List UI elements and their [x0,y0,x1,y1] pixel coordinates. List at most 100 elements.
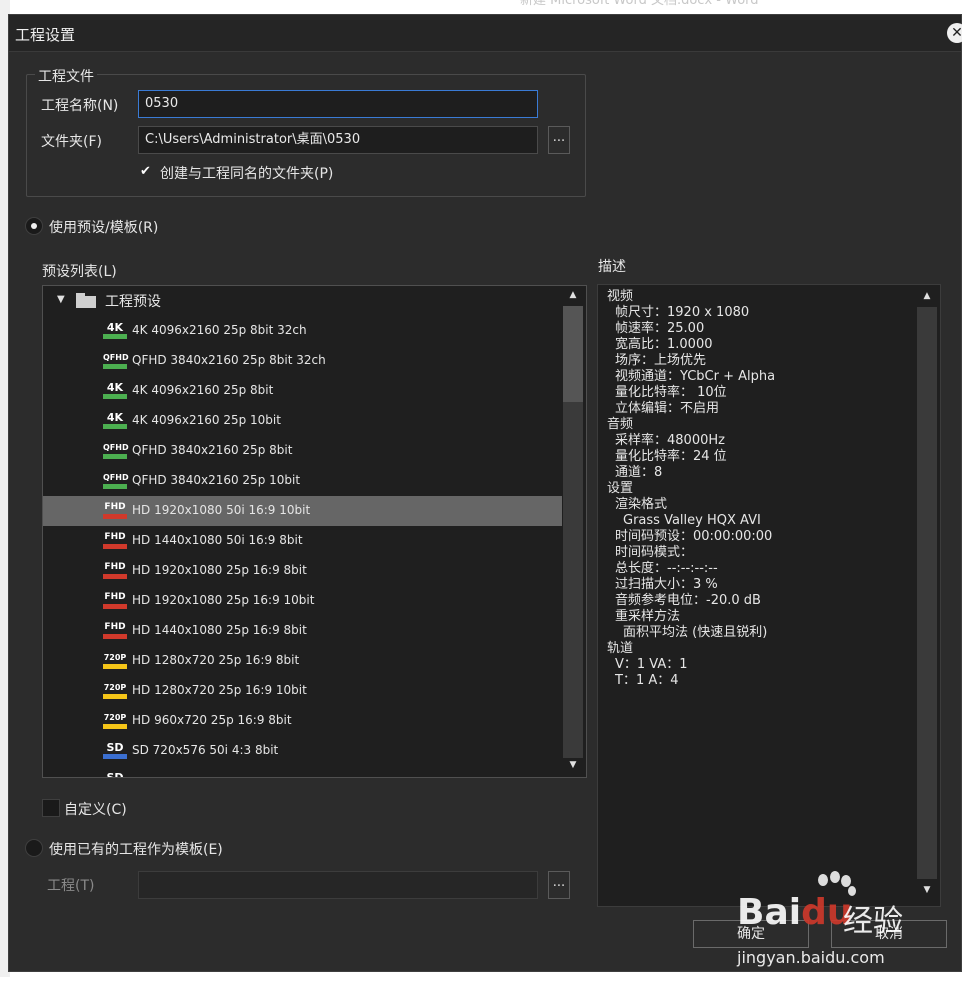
use-preset-label: 使用预设/模板(R) [49,220,159,236]
preset-format-icon: QFHD [103,442,129,459]
preset-format-badge-text: FHD [104,532,126,542]
preset-item-label: HD 1920x1080 25p 16:9 8bit [132,563,307,577]
preset-format-icon: 4K [103,322,127,339]
create-folder-checkbox[interactable]: ✔ [140,164,151,179]
description-line: 视频通道：YCbCr + Alpha [615,369,776,384]
preset-format-icon: 720P [103,682,127,699]
description-line: 宽高比：1.0000 [615,337,713,352]
scroll-up-icon[interactable]: ▲ [916,291,938,301]
custom-checkbox[interactable] [42,799,60,817]
preset-format-icon: QFHD [103,472,129,489]
preset-list[interactable]: ▼ 工程预设 4K 4K 4096x2160 25p 8bit 32ch QFHD Q… [42,285,587,778]
project-name-input[interactable]: 0530 [138,90,538,118]
preset-item[interactable]: SD SD 720x576 50i 4:3 8bit [43,736,562,766]
preset-item[interactable]: QFHD QFHD 3840x2160 25p 8bit [43,436,562,466]
preset-format-badge-text: 720P [103,683,127,692]
preset-format-badge-text: QFHD [103,473,129,482]
preset-item-label: QFHD 3840x2160 25p 8bit [132,443,293,457]
preset-format-icon: QFHD [103,352,129,369]
description-line: 帧尺寸：1920 x 1080 [615,305,750,320]
preset-item[interactable]: QFHD QFHD 3840x2160 25p 10bit [43,466,562,496]
description-line: 场序：上场优先 [615,353,707,368]
preset-format-badge-text: FHD [104,562,126,572]
description-line: 采样率：48000Hz [615,433,725,448]
description-line: 时间码模式： [615,545,694,560]
background-window-title: 新建 Microsoft Word 文档.docx - Word [520,0,759,8]
existing-project-browse-button[interactable]: ... [548,871,570,899]
scrollbar-thumb[interactable] [563,306,583,402]
preset-item[interactable]: 720P HD 1280x720 25p 16:9 8bit [43,646,562,676]
preset-format-badge-text: FHD [104,502,126,512]
preset-folder-label: 工程预设 [105,294,161,310]
description-line: 音频 [607,417,634,432]
preset-item[interactable]: 4K 4K 4096x2160 25p 10bit [43,406,562,436]
preset-item[interactable]: SD [43,766,562,777]
preset-item-label: QFHD 3840x2160 25p 8bit 32ch [132,353,326,367]
preset-format-icon: FHD [103,502,127,519]
project-settings-dialog: 工程设置 ✕ 工程文件 工程名称(N) 0530 文件夹(F) C:\Users… [8,14,962,972]
preset-item[interactable]: 4K 4K 4096x2160 25p 8bit 32ch [43,316,562,346]
preset-format-badge-text: SD [106,741,124,754]
description-scrollbar[interactable]: ▲ ▼ [916,285,938,906]
preset-format-badge-text: QFHD [103,353,129,362]
preset-item[interactable]: FHD HD 1440x1080 25p 16:9 8bit [43,616,562,646]
preset-item[interactable]: QFHD QFHD 3840x2160 25p 8bit 32ch [43,346,562,376]
preset-folder-row[interactable]: ▼ 工程预设 [43,288,562,314]
preset-format-icon: FHD [103,532,127,549]
folder-path-input[interactable]: C:\Users\Administrator\桌面\0530 [138,126,538,154]
create-folder-label: 创建与工程同名的文件夹(P) [160,166,334,182]
description-line: 时间码预设：00:00:00:00 [615,529,773,544]
description-line: 量化比特率： 10位 [615,385,727,400]
use-existing-radio[interactable] [25,839,43,857]
preset-item[interactable]: 720P HD 1280x720 25p 16:9 10bit [43,676,562,706]
preset-format-icon: 720P [103,712,127,729]
preset-item[interactable]: FHD HD 1920x1080 25p 16:9 8bit [43,556,562,586]
preset-format-icon: FHD [103,622,127,639]
scroll-down-icon[interactable]: ▼ [562,760,584,770]
preset-format-badge-text: FHD [104,592,126,602]
close-icon[interactable]: ✕ [947,23,962,43]
description-line: 重采样方法 [615,609,681,624]
preset-item[interactable]: FHD HD 1920x1080 50i 16:9 10bit [43,496,562,526]
preset-item[interactable]: FHD HD 1920x1080 25p 16:9 10bit [43,586,562,616]
description-line: 量化比特率：24 位 [615,449,727,464]
custom-label: 自定义(C) [64,802,127,818]
preset-item[interactable]: 720P HD 960x720 25p 16:9 8bit [43,706,562,736]
expand-triangle-icon[interactable]: ▼ [57,294,65,305]
description-line: 设置 [607,481,634,496]
preset-item-label: 4K 4096x2160 25p 8bit [132,383,274,397]
description-line: 渲染格式 [615,497,668,512]
description-line: 帧速率：25.00 [615,321,705,336]
use-preset-radio[interactable] [25,217,43,235]
scroll-up-icon[interactable]: ▲ [562,290,584,300]
preset-format-badge-text: FHD [104,622,126,632]
preset-item[interactable]: 4K 4K 4096x2160 25p 8bit [43,376,562,406]
preset-format-icon: 4K [103,382,127,399]
dialog-titlebar[interactable]: 工程设置 ✕ [9,15,962,52]
project-label: 工程(T) [47,878,95,894]
preset-format-badge-text: QFHD [103,443,129,452]
description-line: Grass Valley HQX AVI [623,513,761,528]
preset-item-label: HD 1440x1080 50i 16:9 8bit [132,533,303,547]
preset-item-label: HD 1280x720 25p 16:9 8bit [132,653,300,667]
preset-item[interactable]: FHD HD 1440x1080 50i 16:9 8bit [43,526,562,556]
description-line: 视频 [607,289,634,304]
preset-item-label: HD 1920x1080 50i 16:9 10bit [132,503,311,517]
preset-format-icon: SD [103,742,127,759]
preset-item-label: 4K 4096x2160 25p 8bit 32ch [132,323,307,337]
existing-project-input[interactable] [138,871,538,899]
preset-format-icon: 4K [103,412,127,429]
folder-label: 文件夹(F) [41,134,102,150]
folder-browse-button[interactable]: ... [548,126,570,154]
description-panel: 视频 帧尺寸：1920 x 1080 帧速率：25.00 宽高比：1.0000 场序：上… [597,284,941,907]
preset-item-label: HD 1440x1080 25p 16:9 8bit [132,623,307,637]
preset-item-label: HD 1920x1080 25p 16:9 10bit [132,593,315,607]
description-line: T：1 A：4 [615,673,679,688]
preset-format-badge-text: 4K [106,321,124,334]
scrollbar-track[interactable] [917,307,937,879]
description-line: 总长度：--:--:--:-- [615,561,718,576]
preset-list-scrollbar[interactable]: ▲ ▼ [562,286,584,777]
description-line: 音频参考电位：-20.0 dB [615,593,761,608]
preset-item-label: SD 720x576 50i 4:3 8bit [132,743,279,757]
description-line: V：1 VA：1 [615,657,688,672]
